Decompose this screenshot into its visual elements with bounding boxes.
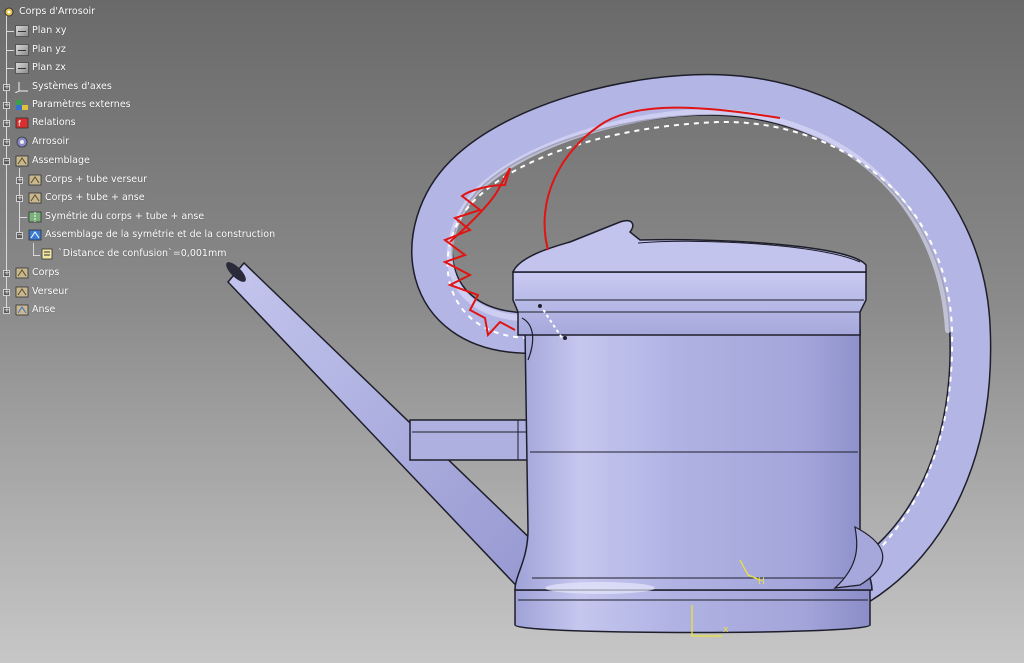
assembly-icon — [15, 155, 29, 167]
symmetry-icon — [28, 211, 42, 223]
part-gear-icon — [2, 6, 16, 18]
tree-item-label: Relations — [32, 117, 76, 128]
plane-icon — [15, 44, 29, 56]
tree-item-label: Plan yz — [32, 44, 66, 55]
tree-item-assemblage[interactable]: Assemblage — [15, 153, 90, 169]
tree-root[interactable]: Corps d'Arrosoir — [2, 4, 95, 20]
can-body — [511, 220, 884, 634]
expand-toggle[interactable]: + — [3, 84, 10, 91]
assembly-icon — [28, 192, 42, 204]
tree-item-verseur[interactable]: Verseur — [15, 284, 68, 300]
expand-toggle[interactable]: + — [3, 139, 10, 146]
tree-item-label: Paramètres externes — [32, 99, 131, 110]
tree-item-label: `Distance de confusion`=0,001mm — [58, 248, 227, 259]
tree-item-label: Corps + tube + anse — [45, 192, 145, 203]
tree-root-label: Corps d'Arrosoir — [19, 6, 96, 17]
tree-item-label: Plan xy — [32, 25, 67, 36]
tree-item-label: Assemblage — [32, 155, 90, 166]
expand-toggle[interactable]: + — [3, 120, 10, 127]
tree-item-assemblage-symetrie[interactable]: Assemblage de la symétrie et de la const… — [28, 227, 275, 243]
assembly-icon — [15, 286, 29, 298]
tree-item-external-parameters[interactable]: Paramètres externes — [15, 97, 131, 113]
collapse-toggle[interactable]: − — [16, 232, 23, 239]
assembly-icon — [15, 304, 29, 316]
tree-item-axis-systems[interactable]: Systèmes d'axes — [15, 79, 112, 95]
body-icon — [15, 136, 29, 148]
tree-item-corps-tube-verseur[interactable]: Corps + tube verseur — [28, 172, 147, 188]
3d-viewport[interactable]: x H Corps d'Arrosoir Plan xy Plan yz Pla… — [0, 0, 1024, 663]
tree-item-label: Arrosoir — [32, 136, 70, 147]
tree-item-distance-confusion[interactable]: `Distance de confusion`=0,001mm — [41, 246, 226, 262]
tree-item-corps[interactable]: Corps — [15, 265, 59, 281]
assembly-icon — [28, 229, 42, 241]
expand-toggle[interactable]: + — [3, 270, 10, 277]
tree-item-label: Symétrie du corps + tube + anse — [45, 211, 205, 222]
tree-item-label: Anse — [32, 304, 56, 315]
tree-item-label: Plan zx — [32, 62, 66, 73]
tree-item-symetrie[interactable]: Symétrie du corps + tube + anse — [28, 209, 204, 225]
tree-item-label: Assemblage de la symétrie et de la const… — [45, 229, 276, 240]
tree-item-label: Corps — [32, 267, 60, 278]
axis-system-icon — [15, 81, 29, 93]
svg-text:x: x — [723, 625, 729, 635]
plane-icon — [15, 62, 29, 74]
tree-item-plan-yz[interactable]: Plan yz — [15, 42, 66, 58]
tree-item-corps-tube-anse[interactable]: Corps + tube + anse — [28, 190, 145, 206]
tree-item-anse[interactable]: Anse — [15, 302, 55, 318]
expand-toggle[interactable]: + — [3, 307, 10, 314]
svg-text:H: H — [758, 577, 765, 587]
svg-text:f: f — [18, 119, 21, 128]
expand-toggle[interactable]: + — [16, 195, 23, 202]
expand-toggle[interactable]: + — [16, 177, 23, 184]
tree-item-label: Systèmes d'axes — [32, 81, 112, 92]
tree-item-label: Verseur — [32, 286, 69, 297]
tree-item-label: Corps + tube verseur — [45, 174, 148, 185]
expand-toggle[interactable]: + — [3, 102, 10, 109]
expand-toggle[interactable]: + — [3, 289, 10, 296]
parameters-icon — [15, 99, 29, 111]
assembly-icon — [15, 267, 29, 279]
relations-icon: f — [15, 117, 29, 129]
collapse-toggle[interactable]: − — [3, 158, 10, 165]
assembly-icon — [28, 174, 42, 186]
tree-item-plan-zx[interactable]: Plan zx — [15, 60, 66, 76]
tree-item-plan-xy[interactable]: Plan xy — [15, 23, 66, 39]
tree-item-relations[interactable]: f Relations — [15, 115, 76, 131]
plane-icon — [15, 25, 29, 37]
tree-item-arrosoir[interactable]: Arrosoir — [15, 134, 69, 150]
parameter-icon — [41, 248, 55, 260]
specification-tree[interactable]: Corps d'Arrosoir Plan xy Plan yz Plan zx… — [0, 0, 300, 330]
